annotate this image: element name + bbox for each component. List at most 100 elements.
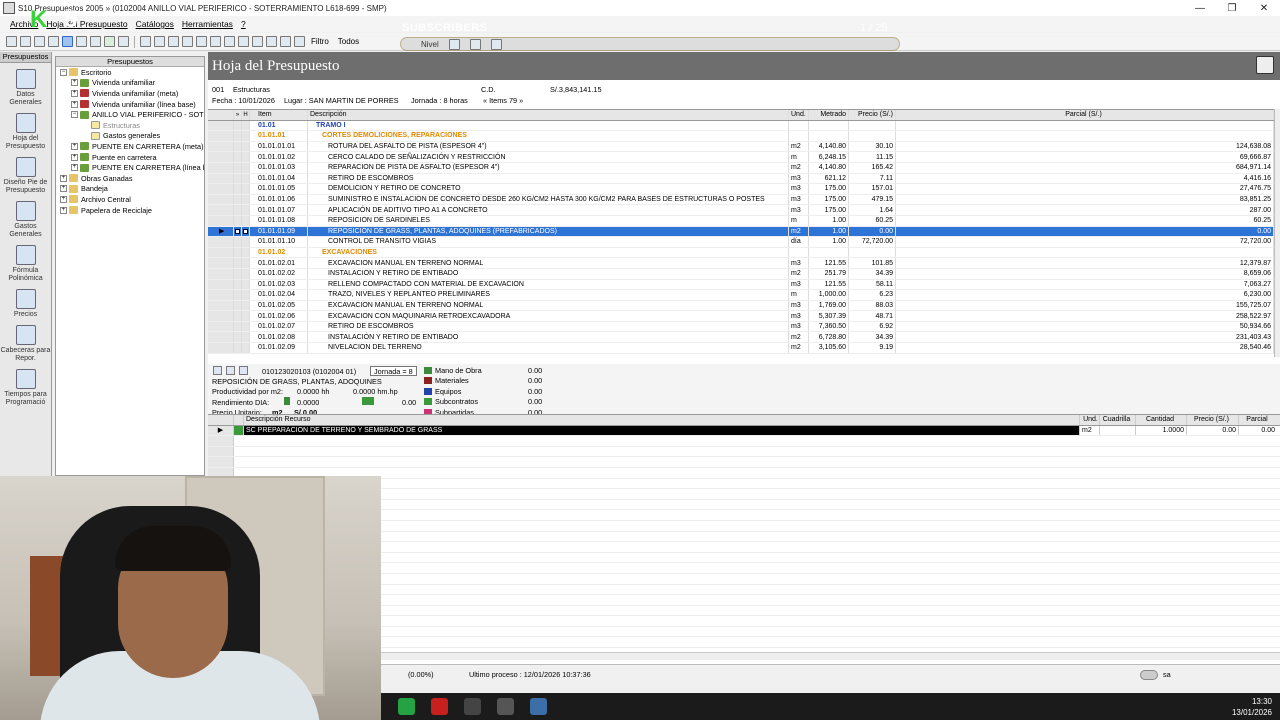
tree-toggle-icon[interactable]: − — [60, 68, 67, 76]
tree-node[interactable]: Estructuras — [56, 120, 204, 131]
tree-toggle-icon[interactable]: + — [71, 153, 78, 161]
paste-icon[interactable] — [252, 36, 263, 47]
row-gutter-cell[interactable] — [242, 343, 250, 353]
filter-select[interactable]: Todos — [338, 37, 359, 46]
cell-par[interactable] — [896, 131, 1274, 141]
cell-met[interactable]: 175.00 — [809, 184, 849, 194]
row-gutter-cell[interactable] — [208, 141, 234, 152]
calculator-icon[interactable] — [530, 698, 547, 715]
cell-item[interactable]: 01.01.01.08 — [250, 215, 308, 226]
tree-node[interactable]: + Obras Ganadas — [56, 173, 204, 184]
calc-icon[interactable] — [210, 36, 221, 47]
table-row[interactable]: 01.01.02.06 EXCAVACION CON MAQUINARIA RET… — [208, 311, 1274, 322]
row-gutter-cell[interactable] — [208, 152, 234, 162]
minimize-button[interactable]: — — [1184, 0, 1216, 16]
tree-node[interactable]: − ANILLO VIAL PERIFERICO - SOTE — [56, 109, 204, 120]
cell-item[interactable]: 01.01 — [250, 120, 308, 131]
cell-par[interactable]: 231,403.43 — [896, 332, 1274, 343]
rail-diseno-pie[interactable]: Diseño Pie de Presupuesto — [0, 157, 51, 195]
cell-und[interactable]: m3 — [789, 194, 809, 205]
tree-toggle-icon[interactable]: − — [71, 111, 78, 119]
res-row-precio[interactable]: 0.00 — [1187, 425, 1239, 436]
res-header-cuadrilla[interactable]: Cuadrilla — [1100, 415, 1136, 425]
table-row[interactable]: 01.01.02 EXCAVACIONES — [208, 247, 1274, 259]
row-gutter-cell[interactable] — [234, 205, 242, 215]
tree-node[interactable]: + Vivienda unifamiliar (meta) — [56, 88, 204, 99]
table-row[interactable]: 01.01.01.07 APLICACIÓN DE ADITIVO TIPO A1… — [208, 205, 1274, 216]
row-gutter-cell[interactable] — [242, 120, 250, 131]
apu-print-icon[interactable] — [239, 366, 248, 375]
cell-item[interactable]: 01.01.02.04 — [250, 290, 308, 300]
apu-jornada[interactable]: Jornada = 8 — [370, 366, 417, 376]
tree-node[interactable]: Gastos generales — [56, 131, 204, 142]
row-gutter-cell[interactable] — [242, 237, 250, 247]
cell-met[interactable] — [809, 247, 849, 258]
row-gutter-cell[interactable] — [208, 279, 234, 290]
cell-par[interactable]: 7,063.27 — [896, 279, 1274, 290]
row-gutter-cell[interactable] — [242, 173, 250, 184]
row-gutter-cell[interactable] — [208, 268, 234, 279]
cell-pre[interactable] — [849, 131, 896, 141]
row-gutter-cell[interactable] — [242, 141, 250, 152]
apu-rend-value[interactable]: 0.0000 — [297, 398, 319, 407]
cell-pre[interactable]: 7.11 — [849, 173, 896, 184]
res-row[interactable]: ▶ SC PREPARACION DE TERRENO Y SEMBRADO D… — [208, 425, 1280, 437]
row-gutter-cell[interactable] — [234, 290, 242, 300]
row-gutter-cell[interactable] — [242, 268, 250, 279]
res-empty-row[interactable] — [208, 457, 1280, 468]
cell-par[interactable]: 258,522.97 — [896, 311, 1274, 321]
rail-precios[interactable]: Precios — [0, 289, 51, 319]
cell-desc[interactable]: EXCAVACIONES — [308, 247, 789, 258]
cell-item[interactable]: 01.01.01.03 — [250, 162, 308, 173]
row-gutter-cell[interactable] — [242, 332, 250, 343]
cell-desc[interactable]: EXCAVACION CON MAQUINARIA RETROEXCAVADOR… — [308, 311, 789, 321]
row-gutter-cell[interactable] — [234, 131, 242, 141]
cell-item[interactable]: 01.01.01 — [250, 131, 308, 141]
cell-pre[interactable]: 479.15 — [849, 194, 896, 205]
cell-desc[interactable]: NIVELACION DEL TERRENO — [308, 343, 789, 353]
table-row[interactable]: 01.01.02.01 EXCAVACION MANUAL EN TERRENO … — [208, 258, 1274, 269]
cell-par[interactable]: 27,476.75 — [896, 184, 1274, 194]
tree-node[interactable]: + PUENTE EN CARRETERA (línea b — [56, 162, 204, 173]
cell-pre[interactable]: 72,720.00 — [849, 237, 896, 247]
sum-icon[interactable] — [266, 36, 277, 47]
apu-edit-icon[interactable] — [226, 366, 235, 375]
cell-pre[interactable] — [849, 247, 896, 258]
cell-par[interactable] — [896, 247, 1274, 258]
row-gutter-cell[interactable] — [234, 194, 242, 205]
cell-pre[interactable]: 58.11 — [849, 279, 896, 290]
table-row[interactable]: 01.01.02.02 INSTALACIÓN Y RETIRO DE ENTIB… — [208, 268, 1274, 280]
rail-gastos-generales[interactable]: Gastos Generales — [0, 201, 51, 239]
expand-icon[interactable] — [154, 36, 165, 47]
cell-desc[interactable]: ROTURA DEL ASFALTO DE PISTA (ESPESOR 4") — [308, 141, 789, 152]
cell-item[interactable]: 01.01.02.01 — [250, 258, 308, 268]
cell-met[interactable]: 4,140.80 — [809, 162, 849, 173]
row-gutter-cell[interactable] — [242, 131, 250, 141]
cell-met[interactable]: 175.00 — [809, 205, 849, 215]
cell-met[interactable]: 7,360.50 — [809, 321, 849, 332]
row-gutter-cell[interactable] — [242, 205, 250, 215]
cell-desc[interactable]: REPOSICIÓN DE SARDINELES — [308, 215, 789, 226]
table-row[interactable]: 01.01.02.04 TRAZO, NIVELES Y REPLANTEO PR… — [208, 290, 1274, 301]
cell-item[interactable]: 01.01.01.09 — [250, 226, 308, 237]
cell-pre[interactable]: 6.92 — [849, 321, 896, 332]
row-gutter-cell[interactable] — [234, 162, 242, 173]
cell-und[interactable]: m3 — [789, 258, 809, 268]
cell-par[interactable]: 60.25 — [896, 215, 1274, 226]
cell-desc[interactable]: REPOSICIÓN DE GRASS, PLANTAS, ADOQUINES … — [308, 226, 789, 237]
row-gutter-cell[interactable] — [242, 279, 250, 290]
cell-par[interactable]: 28,540.46 — [896, 343, 1274, 353]
cell-pre[interactable]: 34.39 — [849, 268, 896, 279]
row-gutter-cell[interactable] — [234, 184, 242, 194]
row-gutter-cell[interactable] — [208, 247, 234, 258]
row-gutter-cell[interactable] — [234, 237, 242, 247]
cell-met[interactable]: 121.55 — [809, 258, 849, 268]
taskbar-clock[interactable]: 13:30 13/01/2026 — [1232, 696, 1272, 718]
res-empty-row[interactable] — [208, 446, 1280, 458]
insert-row-icon[interactable] — [140, 36, 151, 47]
cell-pre[interactable]: 6.23 — [849, 290, 896, 300]
rail-formula-polinomica[interactable]: Fórmula Polinómica — [0, 245, 51, 283]
row-gutter-cell[interactable] — [208, 258, 234, 268]
rail-datos-generales[interactable]: Datos Generales — [0, 69, 51, 107]
cell-item[interactable]: 01.01.01.06 — [250, 194, 308, 205]
